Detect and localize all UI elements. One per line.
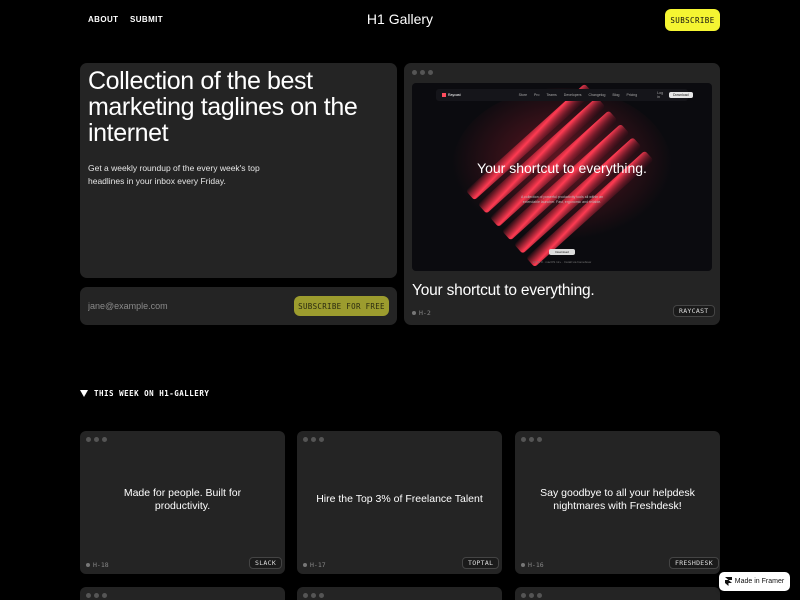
dot-icon <box>303 563 307 567</box>
window-dots <box>303 437 324 442</box>
preview-cta: Download <box>549 249 575 255</box>
dot-icon <box>521 563 525 567</box>
preview-nav-link: Blog <box>612 93 620 97</box>
featured-tag[interactable]: RAYCAST <box>673 305 715 317</box>
triangle-down-icon <box>80 390 88 397</box>
preview-nav-link: Pro <box>534 93 540 97</box>
window-dots <box>86 437 107 442</box>
preview-nav-link: Teams <box>546 93 557 97</box>
preview-nav-link: Developers <box>563 93 582 97</box>
preview-nav-link: Changelog <box>588 93 606 97</box>
section-title: THIS WEEK ON H1-GALLERY <box>94 389 210 398</box>
gallery-card[interactable]: Made for people. Built for productivity.… <box>80 431 285 574</box>
card-tagline: Say goodbye to all your helpdesk nightma… <box>540 487 695 512</box>
card-tagline: Made for people. Built for productivity. <box>123 487 242 512</box>
gallery-card[interactable]: Say goodbye to all your helpdesk nightma… <box>515 431 720 574</box>
gallery-card[interactable] <box>297 587 502 600</box>
card-tagline: Hire the Top 3% of Freelance Talent <box>316 493 483 505</box>
featured-preview-image: Raycast Store Pro Teams Developers Chang… <box>412 83 712 271</box>
card-tag[interactable]: FRESHDESK <box>669 557 719 569</box>
window-dots <box>86 593 107 598</box>
email-input[interactable] <box>88 298 278 314</box>
preview-navbar: Raycast Store Pro Teams Developers Chang… <box>436 89 693 101</box>
card-tag[interactable]: TOPTAL <box>462 557 500 569</box>
dot-icon <box>86 563 90 567</box>
raycast-stripes-graphic <box>452 84 672 266</box>
window-dots <box>521 437 542 442</box>
gallery-card[interactable] <box>515 587 720 600</box>
card-tag[interactable]: SLACK <box>249 557 283 569</box>
preview-download-button: Download <box>669 92 693 98</box>
window-dots <box>521 593 542 598</box>
raycast-logo: Raycast <box>442 93 461 97</box>
card-id: H-18 <box>86 561 109 569</box>
featured-id: H-2 <box>412 309 431 317</box>
preview-body: A collection of powerful productivity to… <box>520 195 604 204</box>
preview-headline: Your shortcut to everything. <box>477 160 647 176</box>
framer-badge-label: Made in Framer <box>734 578 785 585</box>
hero-title: Collection of the best marketing tagline… <box>88 67 358 147</box>
window-dots <box>303 593 324 598</box>
framer-icon <box>724 577 732 586</box>
card-id: H-17 <box>303 561 326 569</box>
subscribe-button[interactable]: SUBSCRIBE <box>665 9 720 31</box>
preview-login: Log in <box>657 91 664 99</box>
gallery-card[interactable]: Hire the Top 3% of Freelance Talent H-17… <box>297 431 502 574</box>
preview-nav-link: Pricing <box>626 93 638 97</box>
raycast-logo-icon <box>442 93 446 97</box>
gallery-card[interactable] <box>80 587 285 600</box>
window-dots <box>412 70 433 75</box>
preview-footer: v1.56.0 · macOS 12+ · Install via homebr… <box>532 260 592 264</box>
dot-icon <box>412 311 416 315</box>
section-header[interactable]: THIS WEEK ON H1-GALLERY <box>80 389 209 398</box>
card-id: H-16 <box>521 561 544 569</box>
featured-title: Your shortcut to everything. <box>412 282 595 299</box>
made-in-framer-badge[interactable]: Made in Framer <box>719 572 790 591</box>
hero-description: Get a weekly roundup of the every week's… <box>88 163 260 186</box>
subscribe-free-button[interactable]: SUBSCRIBE FOR FREE <box>294 296 389 316</box>
preview-nav-link: Store <box>518 93 528 97</box>
